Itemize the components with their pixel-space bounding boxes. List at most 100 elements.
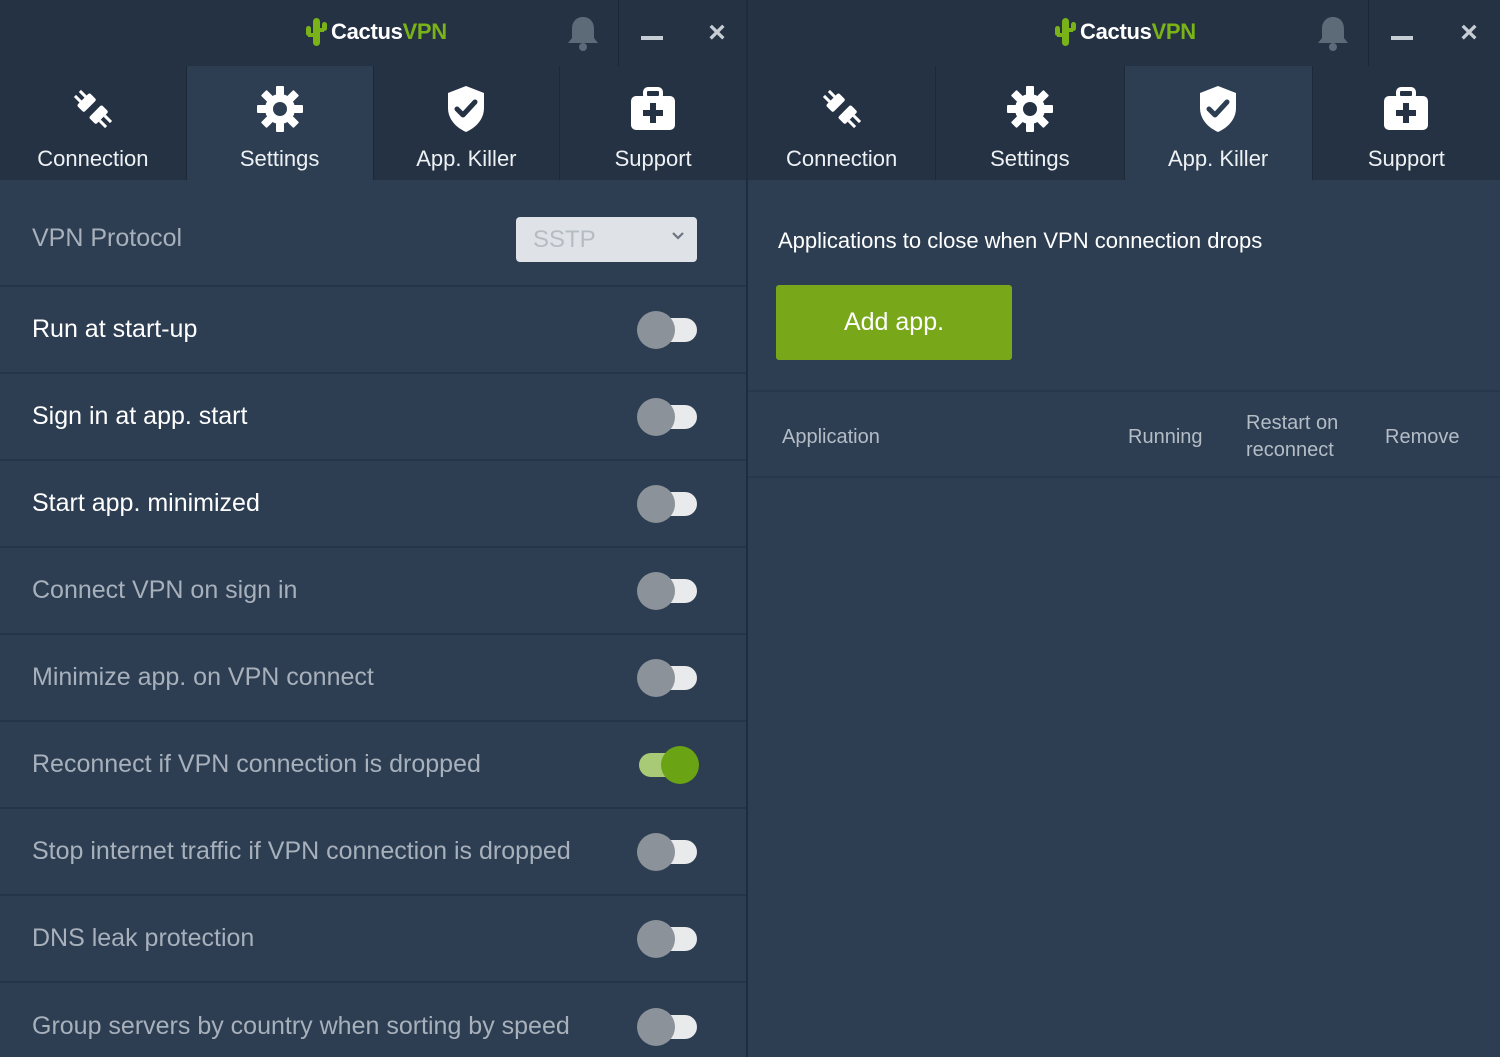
toggle-knob [637,397,675,436]
minimize-icon [640,36,663,40]
tab-label: App. Killer [1167,146,1269,171]
setting-label: DNS leak protection [32,924,255,952]
column-header-line: Restart on [1246,412,1339,434]
close-button[interactable]: × [684,0,746,66]
settings-window: Cactus VPN × Connection Settings App. Ki… [0,0,746,1057]
apps-table-header: Application Running Restart on reconnect… [748,390,1500,478]
column-header-running[interactable]: Running [1128,424,1203,451]
tab-label: Connection [785,146,898,171]
minimize-icon [1390,36,1413,40]
setting-row: Reconnect if VPN connection is dropped [0,722,746,809]
tab-label: App. Killer [416,146,517,171]
setting-toggle[interactable] [637,310,699,349]
setting-toggle[interactable] [637,484,699,523]
add-app-button[interactable]: Add app. [776,285,1012,360]
app-killer-heading: Applications to close when VPN connectio… [778,228,1263,253]
notifications-button[interactable] [1300,0,1366,66]
setting-row: Start app. minimized [0,461,746,548]
setting-row: Group servers by country when sorting by… [0,983,746,1057]
plug-icon [822,89,861,129]
cactus-icon [1055,18,1076,46]
tab-label: Settings [990,146,1070,171]
chevron-down-icon [672,232,684,240]
setting-row: Sign in at app. start [0,374,746,461]
tab-support[interactable]: Support [560,66,746,180]
setting-toggle[interactable] [637,397,699,436]
bell-icon [1318,17,1348,51]
toggle-knob [637,1007,675,1046]
cactusvpn-logo: Cactus VPN [1053,16,1196,48]
tab-support[interactable]: Support [1313,66,1500,180]
medical-kit-icon [631,87,676,130]
column-header-restart-on-reconnect[interactable]: Restart on reconnect [1246,410,1356,464]
shield-check-icon [448,86,485,132]
setting-row: Minimize app. on VPN connect [0,635,746,722]
title-bar[interactable]: Cactus VPN × [748,0,1500,66]
setting-row: Stop internet traffic if VPN connection … [0,809,746,896]
tab-label: Connection [37,146,149,171]
notifications-button[interactable] [550,0,616,66]
tab-connection[interactable]: Connection [0,66,187,180]
select-value: SSTP [533,225,596,253]
main-tabs: Connection Settings App. Killer Support [748,66,1500,180]
tab-app-killer[interactable]: App. Killer [1124,66,1313,180]
setting-label: Group servers by country when sorting by… [32,1012,570,1040]
title-bar[interactable]: Cactus VPN × [0,0,746,66]
tab-app-killer[interactable]: App. Killer [374,66,561,180]
gear-icon [256,86,303,132]
setting-label: Sign in at app. start [32,402,248,430]
setting-label: Reconnect if VPN connection is dropped [32,750,481,778]
logo-text-vpn: VPN [1151,19,1197,44]
main-tabs: Connection Settings App. Killer Support [0,66,746,180]
toggle-knob [637,919,675,958]
toggle-knob [637,484,675,523]
column-header-line: reconnect [1246,439,1334,461]
setting-toggle[interactable] [637,919,699,958]
tab-label: Settings [239,146,320,171]
toggle-knob [637,832,675,871]
tab-settings[interactable]: Settings [186,66,374,180]
logo-text-cactus: Cactus [1080,19,1152,44]
setting-toggle[interactable] [637,745,699,784]
setting-toggle[interactable] [637,832,699,871]
setting-label: Connect VPN on sign in [32,576,298,604]
close-icon: × [1460,16,1478,49]
column-header-application[interactable]: Application [782,424,880,451]
medical-kit-icon [1384,87,1429,130]
setting-label: Minimize app. on VPN connect [32,663,374,691]
toggle-knob [637,571,675,610]
close-icon: × [708,16,726,49]
setting-toggle[interactable] [637,1007,699,1046]
setting-label: Start app. minimized [32,489,260,517]
vpn-protocol-select[interactable]: SSTP [516,217,697,262]
minimize-button[interactable] [618,0,684,66]
setting-label: Stop internet traffic if VPN connection … [32,837,571,865]
setting-label: Run at start-up [32,315,198,343]
tab-label: Support [1367,146,1445,171]
setting-label: VPN Protocol [32,224,183,252]
toggle-knob [661,745,699,784]
gear-icon [1006,86,1053,132]
plug-icon [73,89,112,129]
logo-text-vpn: VPN [402,19,448,44]
settings-list: VPN Protocol SSTP Run at start-up Sign in… [0,180,746,1057]
app-killer-window: Cactus VPN × Connection Settings App. Ki… [746,0,1500,1057]
cactus-icon [306,18,327,46]
tab-connection[interactable]: Connection [748,66,937,180]
setting-toggle[interactable] [637,658,699,697]
cactusvpn-logo: Cactus VPN [304,16,447,48]
tab-label: Support [614,146,692,171]
setting-toggle[interactable] [637,571,699,610]
minimize-button[interactable] [1368,0,1434,66]
tab-settings[interactable]: Settings [936,66,1125,180]
setting-row: Run at start-up [0,287,746,374]
setting-row: Connect VPN on sign in [0,548,746,635]
setting-row: DNS leak protection [0,896,746,983]
logo-text-cactus: Cactus [331,19,403,44]
column-header-remove[interactable]: Remove [1385,424,1459,451]
toggle-knob [637,310,675,349]
shield-check-icon [1200,86,1237,132]
close-button[interactable]: × [1436,0,1500,66]
bell-icon [568,17,598,51]
toggle-knob [637,658,675,697]
